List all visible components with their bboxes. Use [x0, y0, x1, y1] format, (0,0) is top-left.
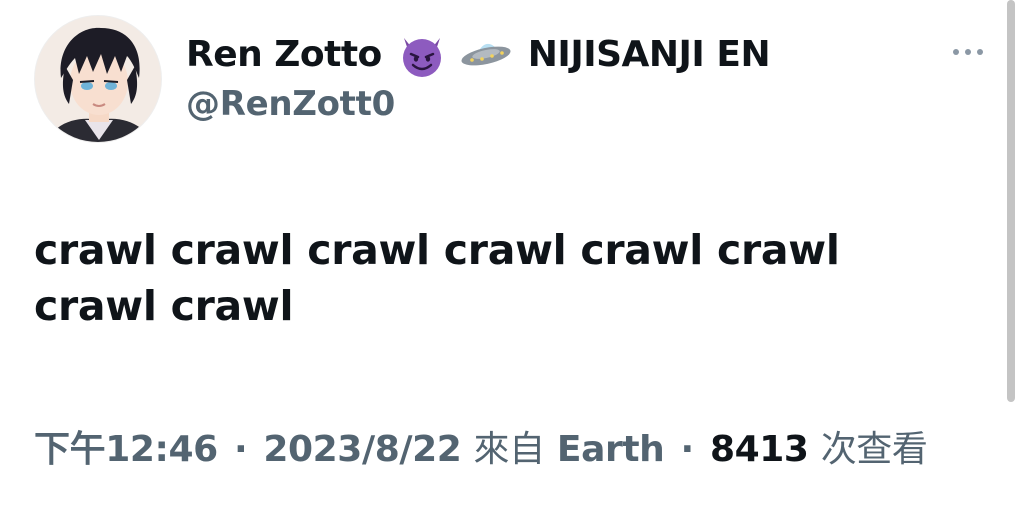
tweet-source: Earth: [556, 429, 665, 470]
more-options-button[interactable]: [944, 40, 992, 64]
author-display-name[interactable]: Ren Zotto: [186, 34, 382, 75]
more-dot-icon: [977, 49, 983, 55]
author-name-row[interactable]: Ren Zotto NIJISANJI EN: [186, 26, 771, 82]
more-dot-icon: [953, 49, 959, 55]
via-prefix: 來自: [473, 429, 546, 470]
views-label[interactable]: 次查看: [821, 429, 928, 470]
tweet-time[interactable]: 下午12:46: [34, 429, 218, 470]
tweet-card: Ren Zotto NIJISANJI EN @RenZott0 crawl c…: [0, 0, 1024, 507]
scrollbar[interactable]: [1007, 0, 1015, 402]
separator-dot: ·: [233, 429, 248, 470]
author-affiliation: NIJISANJI EN: [527, 33, 771, 75]
more-dot-icon: [965, 49, 971, 55]
author-handle[interactable]: @RenZott0: [186, 84, 395, 124]
smiling-imp-emoji-icon: [396, 28, 448, 80]
separator-dot: ·: [680, 429, 695, 470]
views-count[interactable]: 8413: [710, 429, 809, 470]
ufo-emoji-icon: [458, 34, 514, 74]
tweet-metadata: 下午12:46 · 2023/8/22 來自 Earth · 8413 次查看: [34, 420, 928, 472]
tweet-text: crawl crawl crawl crawl crawl crawl craw…: [34, 226, 840, 330]
tweet-date[interactable]: 2023/8/22: [263, 429, 461, 470]
avatar[interactable]: [34, 15, 162, 143]
